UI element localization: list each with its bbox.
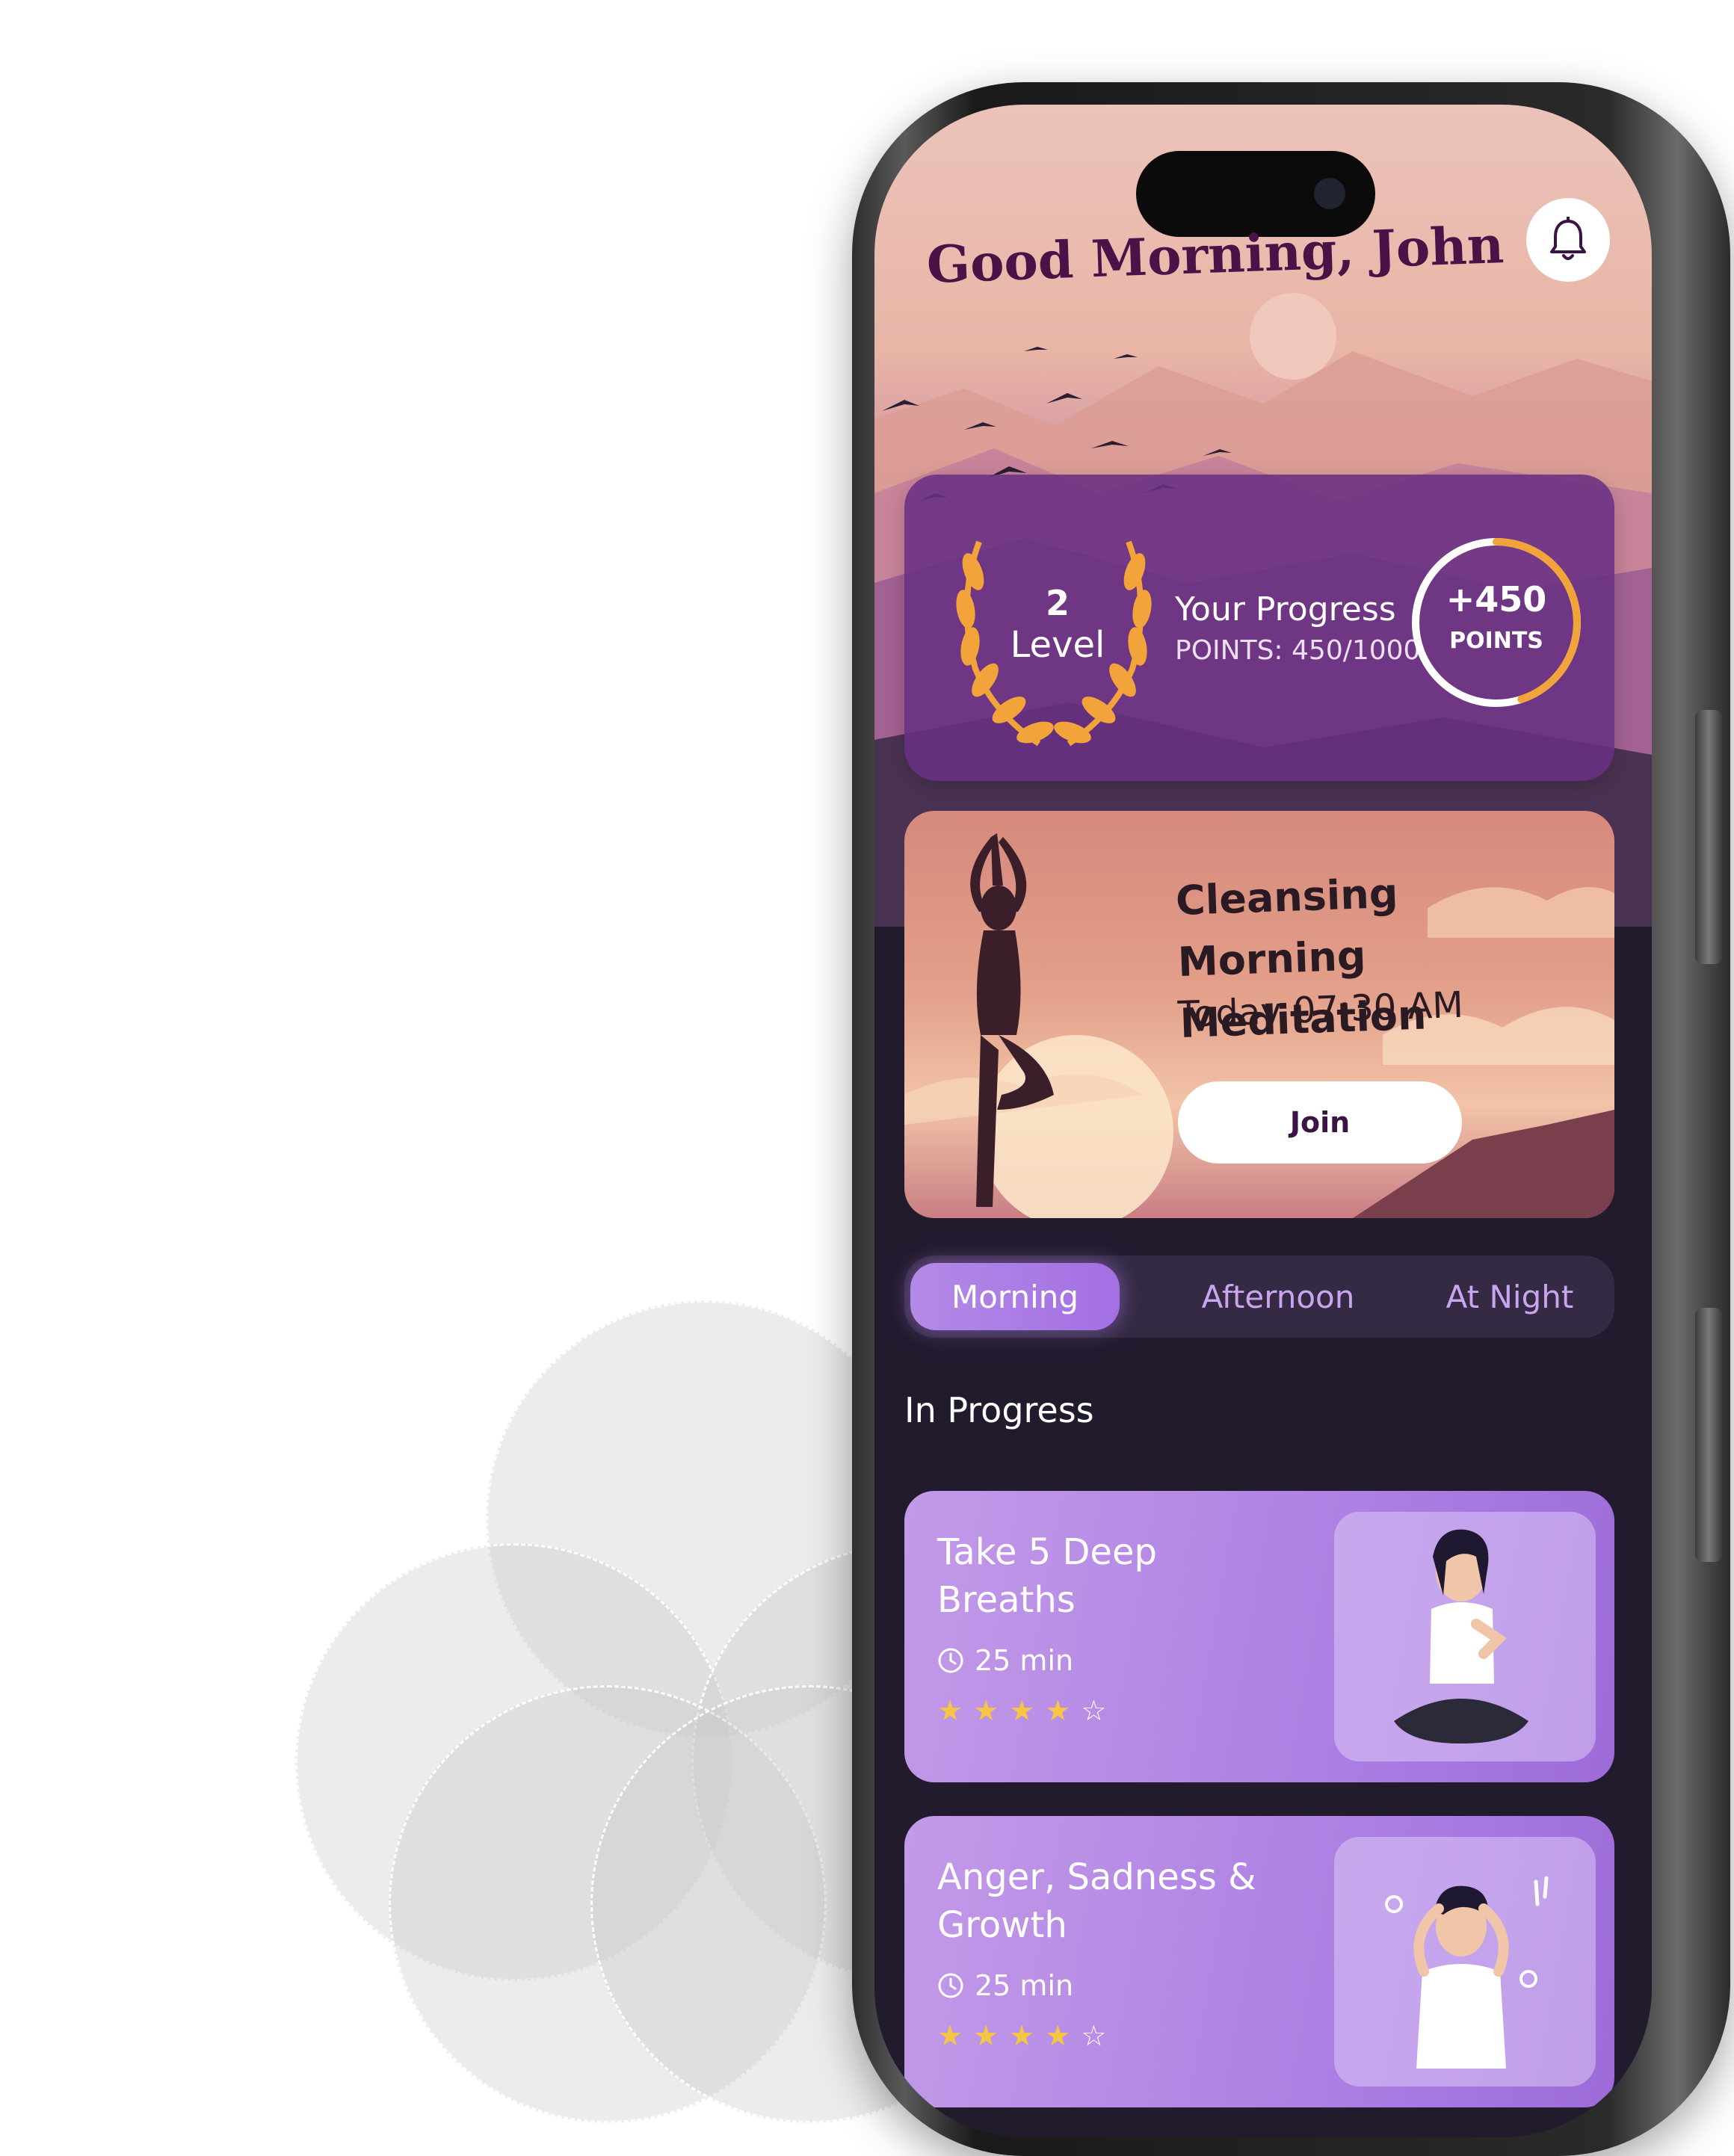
course-title: Take 5 Deep Breaths [937,1531,1157,1621]
star-icon-filled: ★ [1045,1694,1071,1727]
notification-button[interactable] [1526,198,1610,282]
tab-at-night[interactable]: At Night [1413,1263,1607,1330]
points-progress-ring [1412,538,1581,707]
star-icon-filled: ★ [1045,2019,1071,2052]
power-button [1695,1308,1722,1562]
course-card[interactable]: Take 5 Deep Breaths 25 min ★ ★ ★ ★ ☆ [904,1491,1614,1782]
progress-card[interactable]: 2 Level Your Progress POINTS: 450/1000 +… [904,475,1614,781]
app-screen: Good Morning, John 2 Level Your Progress… [874,105,1652,2137]
course-card[interactable]: Anger, Sadness & Growth 25 min ★ ★ ★ ★ ☆ [904,1816,1614,2107]
star-icon-empty: ☆ [1081,2019,1107,2052]
stressed-person-illustration [1385,1876,1549,2069]
course-title: Anger, Sadness & Growth [937,1856,1256,1946]
volume-button [1695,710,1722,964]
join-button[interactable]: Join [1178,1081,1462,1164]
level-label: Level [1010,624,1105,666]
course-thumbnail [1334,1837,1596,2086]
points-ring-value: +450 [1445,579,1547,620]
points-ring-unit: POINTS [1449,628,1543,654]
section-title: In Progress [904,1390,1094,1430]
bell-icon [1550,217,1586,260]
star-icon-filled: ★ [973,2019,999,2052]
time-of-day-tabs: Morning Afternoon At Night [904,1255,1614,1338]
star-icon-filled: ★ [1009,1694,1035,1727]
level-number: 2 [1045,583,1070,623]
tab-morning[interactable]: Morning [910,1263,1120,1330]
meditation-card[interactable]: Cleansing Morning Meditation Today 07:30… [904,811,1614,1218]
star-icon-filled: ★ [937,2019,963,2052]
course-duration: 25 min [937,1644,1073,1677]
star-icon-filled: ★ [973,1694,999,1727]
clock-icon [938,1648,963,1673]
star-icon-filled: ★ [937,1694,963,1727]
course-rating: ★ ★ ★ ★ ☆ [937,1696,1106,1725]
course-duration: 25 min [937,1969,1073,2002]
star-icon-filled: ★ [1009,2019,1035,2052]
tab-afternoon[interactable]: Afternoon [1173,1263,1383,1330]
course-duration-text: 25 min [975,1969,1074,2002]
course-duration-text: 25 min [975,1644,1074,1677]
progress-title: Your Progress [1175,590,1396,628]
star-icon-empty: ☆ [1081,1694,1107,1727]
front-camera [1314,178,1345,209]
course-thumbnail [1334,1512,1596,1761]
clock-icon [938,1973,963,1998]
progress-points-text: POINTS: 450/1000 [1175,635,1421,666]
breathing-woman-illustration [1394,1529,1528,1743]
course-rating: ★ ★ ★ ★ ☆ [937,2021,1106,2050]
